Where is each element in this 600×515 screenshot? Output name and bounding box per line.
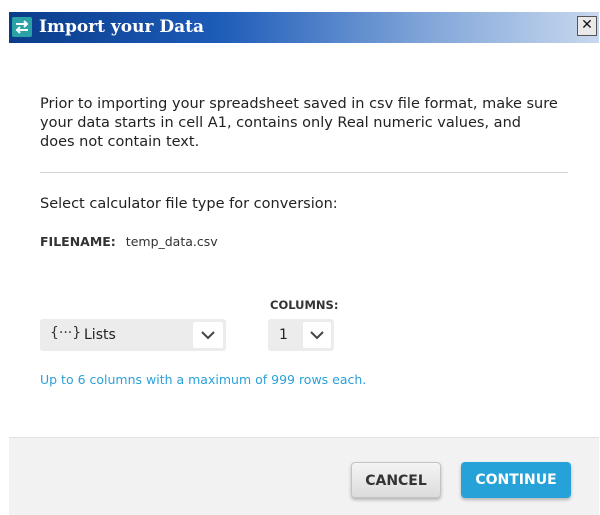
import-swap-icon — [12, 17, 32, 37]
list-braces-icon: {···} — [50, 325, 82, 341]
instructions-text: Prior to importing your spreadsheet save… — [40, 96, 558, 150]
columns-dropdown[interactable]: 1 — [268, 319, 334, 351]
file-type-prompt: Select calculator file type for conversi… — [40, 196, 338, 212]
title-bar[interactable]: Import your Data ✕ — [9, 12, 599, 43]
dialog-title: Import your Data — [39, 17, 204, 37]
import-dialog: Import your Data ✕ Prior to importing yo… — [0, 0, 600, 515]
chevron-down-icon — [310, 331, 324, 340]
filename-label: FILENAME: — [40, 234, 116, 249]
divider — [40, 172, 568, 173]
chevron-down-icon — [201, 331, 215, 340]
file-type-dropdown[interactable]: {···} Lists — [40, 319, 226, 351]
close-button[interactable]: ✕ — [577, 16, 597, 36]
file-type-chevron[interactable] — [193, 322, 223, 348]
file-type-value: Lists — [84, 327, 116, 343]
columns-value: 1 — [279, 327, 288, 343]
continue-button[interactable]: CONTINUE — [461, 462, 571, 498]
columns-label: COLUMNS: — [270, 298, 339, 312]
columns-chevron[interactable] — [303, 322, 331, 348]
dialog-footer: CANCEL CONTINUE — [9, 437, 599, 515]
filename-value: temp_data.csv — [125, 234, 218, 249]
columns-hint: Up to 6 columns with a maximum of 999 ro… — [40, 372, 367, 387]
filename-row: FILENAME: temp_data.csv — [40, 234, 218, 249]
cancel-button[interactable]: CANCEL — [351, 462, 441, 498]
